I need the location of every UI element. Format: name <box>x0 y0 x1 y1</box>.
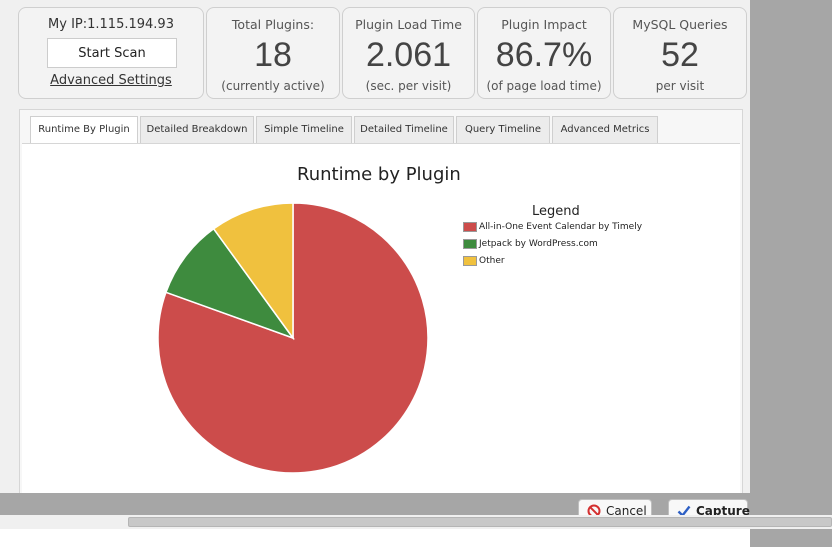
stat-card-plugin-impact: Plugin Impact 86.7% (of page load time) <box>477 7 611 99</box>
pie-chart <box>157 202 429 474</box>
stat-card-total-plugins: Total Plugins: 18 (currently active) <box>206 7 340 99</box>
ip-address-label: My IP:1.115.194.93 <box>48 17 174 32</box>
tab-simple-timeline[interactable]: Simple Timeline <box>256 116 352 143</box>
stat-sublabel: (of page load time) <box>486 79 602 93</box>
stat-label: Total Plugins: <box>231 17 315 32</box>
legend-swatch <box>463 222 477 232</box>
tab-container: Runtime By Plugin Detailed Breakdown Sim… <box>19 109 743 499</box>
ip-card: My IP:1.115.194.93 Start Scan Advanced S… <box>18 7 204 99</box>
stat-label: MySQL Queries <box>632 17 728 32</box>
advanced-settings-link[interactable]: Advanced Settings <box>19 73 203 88</box>
stat-value: 86.7% <box>495 36 593 74</box>
tab-detailed-timeline[interactable]: Detailed Timeline <box>354 116 454 143</box>
tab-detailed-breakdown[interactable]: Detailed Breakdown <box>140 116 254 143</box>
stat-value: 52 <box>661 36 699 74</box>
tab-query-timeline[interactable]: Query Timeline <box>456 116 550 143</box>
stat-card-plugin-load-time: Plugin Load Time 2.061 (sec. per visit) <box>342 7 475 99</box>
stat-label: Plugin Load Time <box>355 17 462 32</box>
chart-area: Runtime by Plugin Legend All-in-One Even… <box>22 143 740 498</box>
legend-swatch <box>463 256 477 266</box>
modal-overlay <box>750 0 832 547</box>
stat-sublabel: (sec. per visit) <box>365 79 452 93</box>
profiler-panel: My IP:1.115.194.93 Start Scan Advanced S… <box>0 0 750 499</box>
stat-label: Plugin Impact <box>501 17 587 32</box>
legend-label: Other <box>479 256 505 266</box>
stat-sublabel: (currently active) <box>221 79 325 93</box>
legend-label: Jetpack by WordPress.com <box>479 239 598 249</box>
stat-sublabel: per visit <box>655 79 705 93</box>
legend-swatch <box>463 239 477 249</box>
tab-runtime-by-plugin[interactable]: Runtime By Plugin <box>30 116 138 144</box>
start-scan-button[interactable]: Start Scan <box>47 38 177 68</box>
stat-value: 18 <box>254 36 292 74</box>
legend-title: Legend <box>532 204 580 219</box>
horizontal-scrollbar-thumb[interactable] <box>128 517 832 527</box>
legend-label: All-in-One Event Calendar by Timely <box>479 222 643 232</box>
tab-advanced-metrics[interactable]: Advanced Metrics <box>552 116 658 143</box>
stat-card-mysql-queries: MySQL Queries 52 per visit <box>613 7 747 99</box>
stat-value: 2.061 <box>365 36 452 74</box>
